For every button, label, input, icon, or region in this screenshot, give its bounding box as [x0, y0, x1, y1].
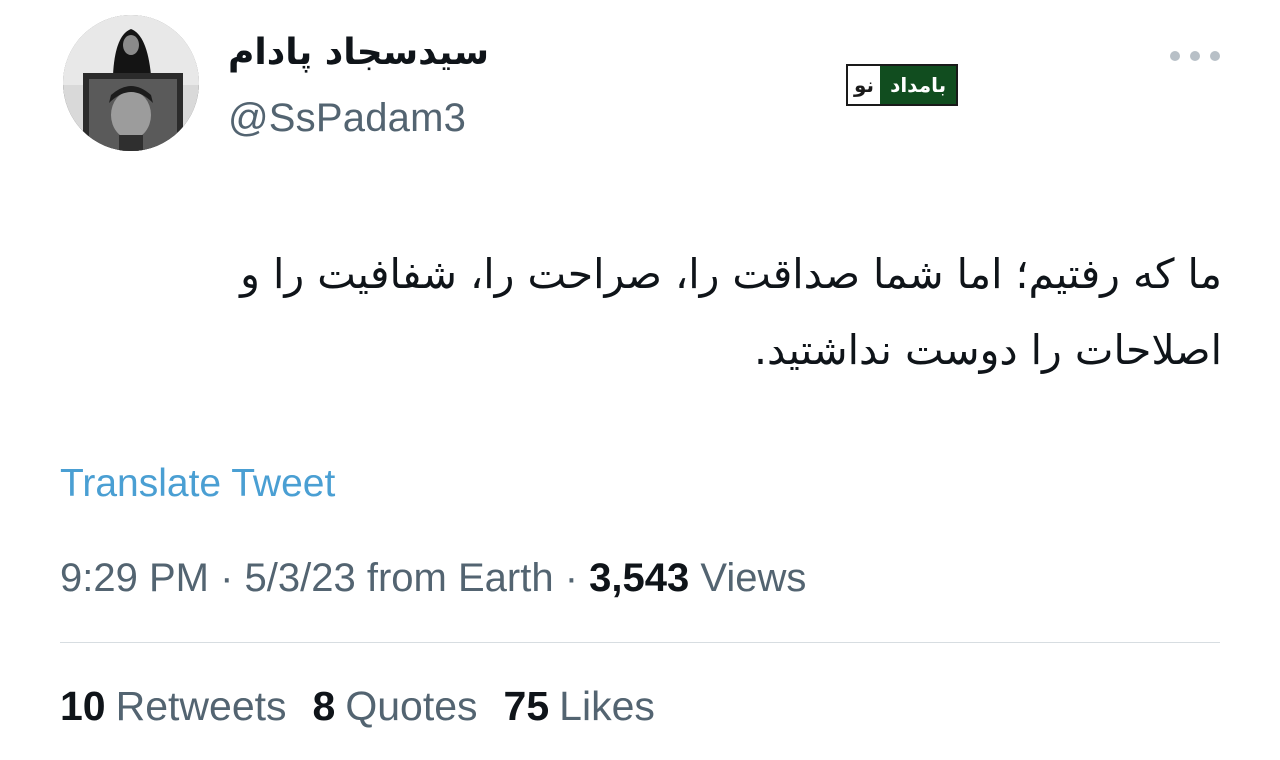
more-dot — [1210, 51, 1220, 61]
watermark-dark-text: بامداد — [880, 66, 957, 104]
tweet-date[interactable]: 5/3/23 — [245, 556, 356, 600]
display-name[interactable]: سیدسجاد پادام — [228, 28, 528, 78]
meta-separator: · — [220, 556, 245, 600]
retweets-count: 10 — [60, 683, 106, 729]
tweet-time[interactable]: 9:29 PM — [60, 556, 209, 600]
divider — [60, 642, 1220, 643]
translate-tweet-link[interactable]: Translate Tweet — [60, 458, 335, 510]
more-horizontal-icon[interactable] — [1170, 44, 1220, 68]
tweet-meta: 9:29 PM · 5/3/23 from Earth · 3,543 View… — [60, 552, 806, 604]
likes-label: Likes — [559, 683, 655, 729]
engagement-stats: 10 Retweets 8 Quotes 75 Likes — [60, 680, 655, 732]
quotes-count: 8 — [312, 683, 336, 729]
more-dot — [1170, 51, 1180, 61]
retweets-stat[interactable]: 10 Retweets — [60, 680, 287, 732]
views-label: Views — [700, 556, 807, 600]
tweet-source: from Earth — [366, 556, 554, 600]
tweet-text-line: ما که رفتیم؛ اما شما صداقت را، صراحت را،… — [240, 250, 1222, 298]
avatar-photo — [63, 15, 199, 151]
tweet-text: ما که رفتیم؛ اما شما صداقت را، صراحت را،… — [60, 236, 1222, 388]
retweets-label: Retweets — [115, 683, 287, 729]
watermark-logo: نو بامداد — [846, 64, 959, 106]
tweet-text-line: اصلاحات را دوست نداشتید. — [753, 326, 1222, 374]
watermark-light-text: نو — [848, 66, 881, 104]
views-count: 3,543 — [589, 556, 690, 600]
meta-separator: · — [564, 556, 590, 600]
user-handle[interactable]: @SsPadam3 — [228, 92, 466, 144]
likes-count: 75 — [503, 683, 550, 729]
quotes-label: Quotes — [345, 683, 478, 729]
quotes-stat[interactable]: 8 Quotes — [313, 680, 478, 732]
avatar[interactable] — [63, 15, 199, 151]
likes-stat[interactable]: 75 Likes — [504, 680, 655, 732]
more-dot — [1190, 51, 1200, 61]
